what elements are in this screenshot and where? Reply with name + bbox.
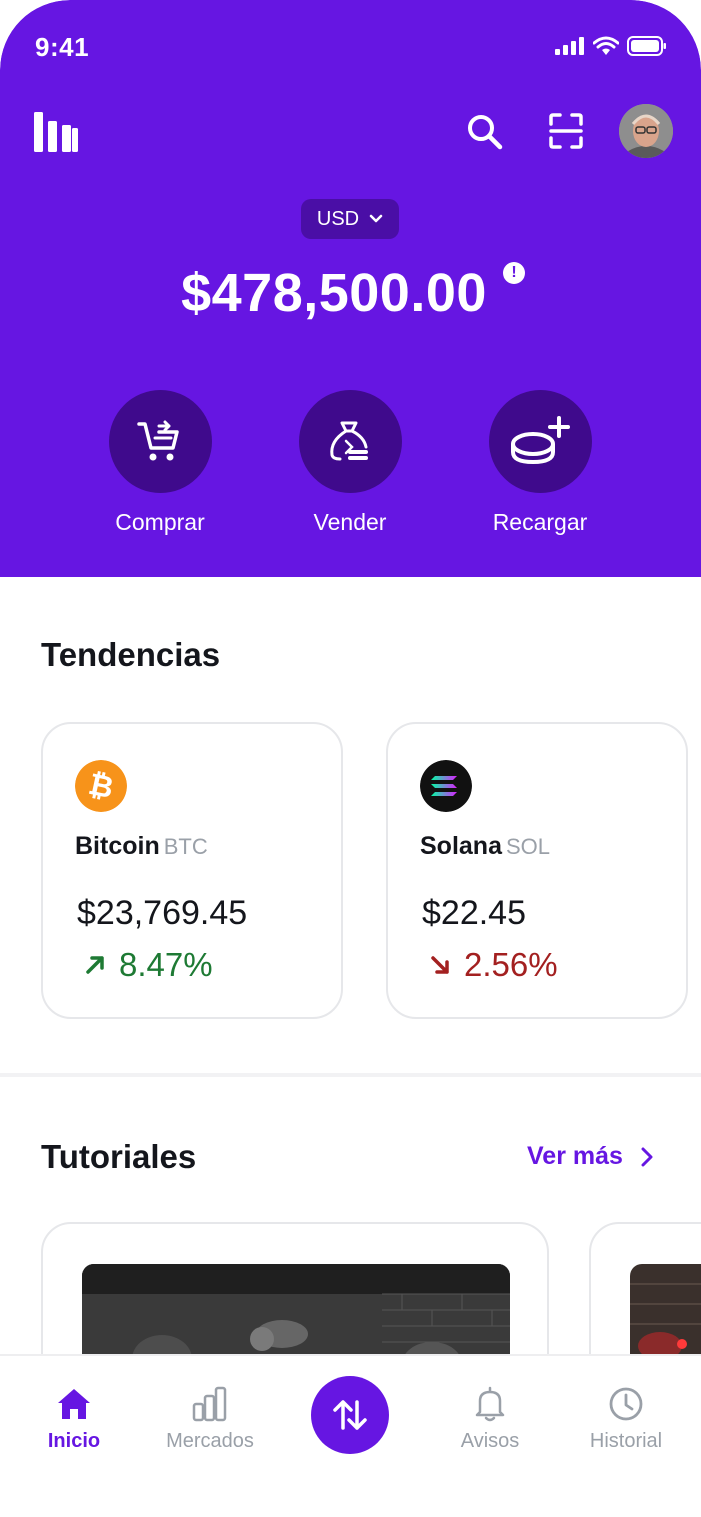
coin-name: Solana SOL <box>420 832 551 860</box>
coin-symbol: SOL <box>505 834 551 859</box>
clock-icon <box>609 1387 643 1421</box>
trend-card-solana[interactable]: Solana SOL $22.45 2.56% <box>386 722 688 1019</box>
scan-icon[interactable] <box>549 113 583 149</box>
sell-label: Vender <box>313 509 387 535</box>
currency-selector[interactable]: USD <box>301 199 399 239</box>
bitcoin-icon: ₿ <box>75 760 127 812</box>
tab-history[interactable]: Historial <box>566 1384 686 1453</box>
trends-title: Tendencias <box>41 636 221 673</box>
status-icons <box>555 36 667 56</box>
currency-label: USD <box>316 207 360 230</box>
battery-icon <box>627 36 666 56</box>
coin-change: 2.56% <box>430 946 558 984</box>
chevron-right-icon <box>641 1147 653 1166</box>
trend-card-bitcoin[interactable]: ₿ Bitcoin BTC $23,769.45 8.47% <box>41 722 343 1019</box>
solana-icon <box>420 760 472 812</box>
tab-alerts[interactable]: Avisos <box>430 1384 550 1453</box>
topup-label: Recargar <box>492 509 588 535</box>
topup-button[interactable]: Recargar <box>460 390 620 536</box>
avatar[interactable] <box>619 104 673 158</box>
bottom-tab-bar: Inicio Mercados Avisos Historial <box>0 1354 701 1517</box>
coin-symbol: BTC <box>163 834 208 859</box>
money-bag-icon <box>330 421 368 460</box>
see-more-link[interactable]: Ver más <box>527 1142 653 1171</box>
bar-chart-icon <box>192 1386 227 1422</box>
total-balance: $478,500.00 <box>181 263 487 323</box>
sell-button[interactable]: Vender <box>270 390 430 536</box>
buy-button[interactable]: Comprar <box>80 390 240 536</box>
signal-icon <box>555 37 584 55</box>
chevron-down-icon <box>369 214 383 223</box>
status-time: 9:41 <box>35 32 90 62</box>
tab-markets[interactable]: Mercados <box>150 1384 270 1453</box>
swap-icon <box>333 1400 367 1430</box>
search-icon[interactable] <box>466 113 504 151</box>
home-icon <box>58 1389 90 1419</box>
section-divider <box>0 1073 701 1077</box>
coin-price: $22.45 <box>422 894 526 932</box>
arrow-up-right-icon <box>86 956 104 974</box>
coin-name: Bitcoin BTC <box>75 832 208 860</box>
arrow-down-right-icon <box>431 956 449 974</box>
coin-plus-icon <box>511 415 570 464</box>
tutorials-title: Tutoriales <box>41 1138 197 1175</box>
swap-button[interactable] <box>311 1376 389 1454</box>
wifi-icon <box>593 36 619 55</box>
coin-change: 8.47% <box>85 946 213 984</box>
cart-icon <box>137 420 179 460</box>
menu-icon[interactable] <box>34 112 80 152</box>
info-icon[interactable]: ! <box>503 262 525 284</box>
coin-price: $23,769.45 <box>77 894 248 932</box>
buy-label: Comprar <box>115 509 205 535</box>
balance-header: 9:41 USD $478,500.00 ! Comprar Vender Re… <box>0 0 701 577</box>
app-screen: 9:41 USD $478,500.00 ! Comprar Vender Re… <box>0 0 701 1517</box>
tab-home[interactable]: Inicio <box>14 1384 134 1453</box>
bell-icon <box>475 1386 505 1422</box>
